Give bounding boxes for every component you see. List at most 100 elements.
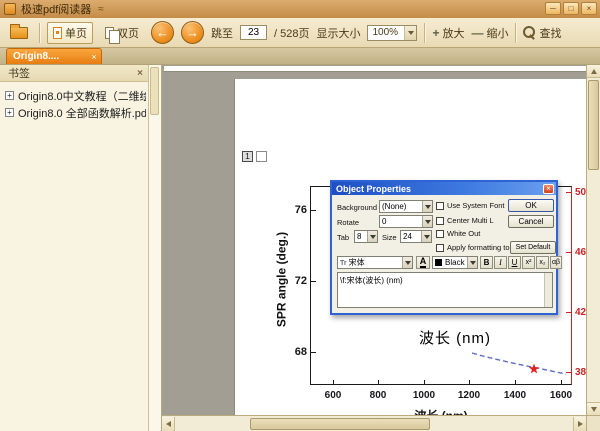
dropdown-button[interactable]	[422, 216, 432, 227]
skin-icon[interactable]: ≈	[98, 4, 104, 15]
expand-plus-icon[interactable]: +	[5, 91, 14, 100]
tab-close-icon[interactable]: ×	[87, 52, 101, 62]
double-page-button[interactable]: 双页	[100, 23, 144, 43]
x-axis-tick-label: 800	[363, 390, 393, 401]
find-button[interactable]: 查找	[523, 25, 561, 41]
window-title: 极速pdf阅读器	[21, 1, 91, 17]
dropdown-button[interactable]	[467, 257, 477, 268]
horizontal-scrollbar[interactable]	[162, 415, 586, 431]
single-page-button[interactable]: 单页	[47, 22, 93, 44]
x-axis-title: 波长 (nm)	[310, 407, 572, 415]
underline-button[interactable]: U	[508, 256, 521, 269]
dropdown-button[interactable]	[367, 231, 377, 242]
cancel-button[interactable]: Cancel	[508, 215, 554, 228]
checkbox-icon[interactable]	[436, 202, 444, 210]
maximize-button[interactable]: □	[563, 2, 579, 15]
close-button[interactable]: ×	[581, 2, 597, 15]
zoom-dropdown-button[interactable]	[404, 26, 416, 40]
y-axis-title: SPR angle (deg.)	[275, 205, 288, 355]
chevron-down-icon	[470, 261, 476, 265]
sidebar-scrollbar-thumb[interactable]	[150, 67, 159, 115]
font-color-button[interactable]: A	[416, 256, 430, 269]
scroll-up-button[interactable]	[587, 65, 600, 78]
subscript-button[interactable]: x₂	[536, 256, 549, 269]
open-file-button[interactable]	[6, 22, 32, 44]
white-out-checkbox[interactable]: White Out	[436, 229, 480, 238]
checkbox-icon[interactable]	[436, 217, 444, 225]
rotate-select[interactable]: 0	[379, 215, 433, 228]
dropdown-button[interactable]	[422, 201, 432, 212]
toolbar-separator	[515, 23, 516, 43]
apply-formatting-checkbox[interactable]: Apply formatting to all labe	[436, 243, 510, 252]
tab-select[interactable]: 8	[354, 230, 378, 243]
use-system-font-checkbox[interactable]: Use System Font	[436, 201, 505, 210]
zoom-level-select[interactable]: 100%	[367, 25, 417, 41]
scrollbar-corner	[586, 415, 600, 431]
truetype-icon: Tr	[340, 260, 347, 267]
superscript-button[interactable]: x²	[522, 256, 535, 269]
font-select[interactable]: Tr宋体	[337, 256, 413, 269]
color-select[interactable]: Black	[432, 256, 478, 269]
center-multi-checkbox[interactable]: Center Multi L	[436, 216, 494, 225]
dropdown-button[interactable]	[421, 231, 431, 242]
dialog-title-bar[interactable]: Object Properties	[332, 182, 556, 195]
ok-button[interactable]: OK	[508, 199, 554, 212]
scroll-right-button[interactable]	[573, 417, 586, 431]
minimize-button[interactable]: ─	[545, 2, 561, 15]
checkbox-icon[interactable]	[436, 230, 444, 238]
italic-button[interactable]: I	[494, 256, 507, 269]
sidebar-scrollbar[interactable]	[149, 65, 162, 431]
x-axis-tick-label: 600	[318, 390, 348, 401]
checkbox-icon[interactable]	[436, 244, 444, 252]
background-label: Background	[337, 203, 377, 212]
axis-title-text-object[interactable]: 波长 (nm)	[385, 327, 525, 348]
color-a-icon: A	[420, 257, 427, 268]
document-view-area[interactable]: 1 76 72 68 50 46 42 38 600 800	[162, 65, 586, 415]
zoom-out-button[interactable]: — 缩小	[471, 25, 508, 41]
textarea-scrollbar[interactable]	[544, 273, 552, 307]
set-default-button[interactable]: Set Default	[510, 241, 556, 254]
page-number-input[interactable]	[240, 25, 267, 40]
checkbox-label: Apply formatting to all labe	[447, 243, 510, 252]
color-value: Black	[443, 258, 467, 267]
left-tick	[311, 281, 316, 282]
greek-button[interactable]: αβ	[550, 256, 562, 269]
app-logo-icon	[4, 3, 16, 15]
label-text-input[interactable]: \f:宋体(波长) (nm)	[337, 272, 553, 308]
right-axis-tick-label: 50	[575, 187, 586, 198]
double-page-icon	[105, 27, 114, 39]
back-button[interactable]: ←	[151, 21, 174, 44]
bookmarks-close-icon[interactable]: ×	[137, 68, 143, 79]
triangle-left-icon	[166, 421, 171, 427]
left-axis-tick-label: 68	[285, 346, 307, 358]
font-value: Tr宋体	[338, 257, 402, 268]
tab-label: Origin8....	[7, 51, 87, 62]
bookmark-item-2[interactable]: + Origin8.0 全部函数解析.pdf	[0, 104, 148, 121]
forward-button[interactable]: →	[181, 21, 204, 44]
search-icon	[523, 26, 536, 39]
vertical-scrollbar[interactable]	[586, 65, 600, 415]
pdf-page: 1 76 72 68 50 46 42 38 600 800	[235, 79, 586, 415]
dropdown-button[interactable]	[402, 257, 412, 268]
right-axis-tick-label: 38	[575, 367, 586, 378]
size-select[interactable]: 24	[400, 230, 432, 243]
tab-origin8[interactable]: Origin8.... ×	[6, 48, 102, 64]
dialog-close-button[interactable]: ×	[543, 184, 554, 194]
bold-button[interactable]: B	[480, 256, 493, 269]
main-toolbar: 单页 双页 ← → 跳至 / 528页 显示大小 100% + 放大 — 缩小	[0, 18, 600, 48]
bookmark-item-1[interactable]: + Origin8.0中文教程（二维绘图，带...	[0, 87, 148, 104]
scroll-left-button[interactable]	[162, 417, 175, 431]
scroll-down-button[interactable]	[587, 402, 600, 415]
horizontal-scrollbar-thumb[interactable]	[250, 418, 430, 430]
x-axis-tick-label: 1600	[546, 390, 576, 401]
rotate-label: Rotate	[337, 218, 359, 227]
bookmarks-header: 书签 ×	[0, 65, 148, 82]
checkbox-label: White Out	[447, 229, 480, 238]
triangle-right-icon	[578, 421, 583, 427]
background-select[interactable]: (None)	[379, 200, 433, 213]
toolbar-separator	[39, 23, 40, 43]
zoom-in-button[interactable]: + 放大	[432, 25, 464, 41]
chevron-down-icon	[370, 235, 376, 239]
vertical-scrollbar-thumb[interactable]	[588, 80, 599, 170]
expand-plus-icon[interactable]: +	[5, 108, 14, 117]
